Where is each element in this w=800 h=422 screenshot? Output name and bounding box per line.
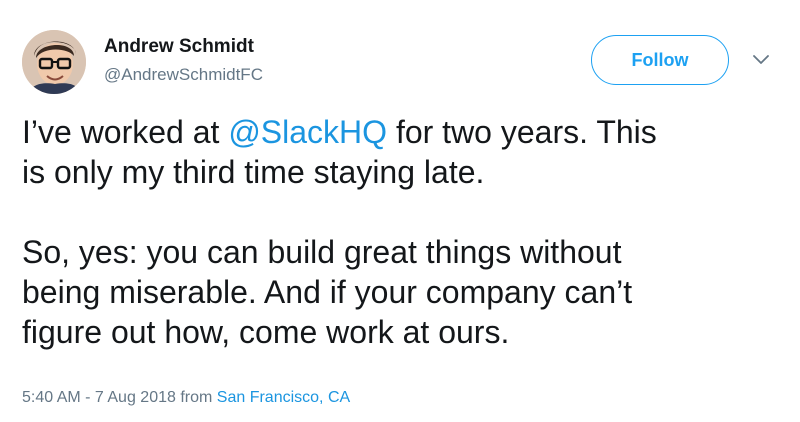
chevron-down-icon[interactable] (750, 52, 772, 68)
tweet-line-3: So, yes: you can build great things with… (22, 234, 622, 270)
user-handle[interactable]: @AndrewSchmidtFC (104, 65, 263, 85)
tweet-line-1: I’ve worked at @SlackHQ for two years. T… (22, 112, 782, 152)
tweet-line-4: being miserable. And if your company can… (22, 274, 633, 310)
tweet-text: I’ve worked at @SlackHQ for two years. T… (22, 112, 782, 352)
from-label: from (175, 389, 217, 406)
tweet-line-5: figure out how, come work at ours. (22, 314, 510, 350)
tweet-line-2: is only my third time staying late. (22, 154, 485, 190)
mention-link[interactable]: @SlackHQ (228, 114, 387, 150)
tweet-metadata: 5:40 AM - 7 Aug 2018 from San Francisco,… (22, 389, 350, 407)
tweet-text-segment: for two years. This (387, 114, 657, 150)
avatar-image (22, 30, 86, 94)
avatar[interactable] (22, 30, 86, 94)
timestamp[interactable]: 5:40 AM - 7 Aug 2018 (22, 389, 176, 406)
tweet-card: Andrew Schmidt @AndrewSchmidtFC Follow I… (0, 0, 800, 422)
user-name[interactable]: Andrew Schmidt (104, 36, 254, 58)
follow-button[interactable]: Follow (591, 35, 729, 85)
tweet-text-segment: I’ve worked at (22, 114, 229, 150)
location-link[interactable]: San Francisco, CA (217, 389, 350, 406)
